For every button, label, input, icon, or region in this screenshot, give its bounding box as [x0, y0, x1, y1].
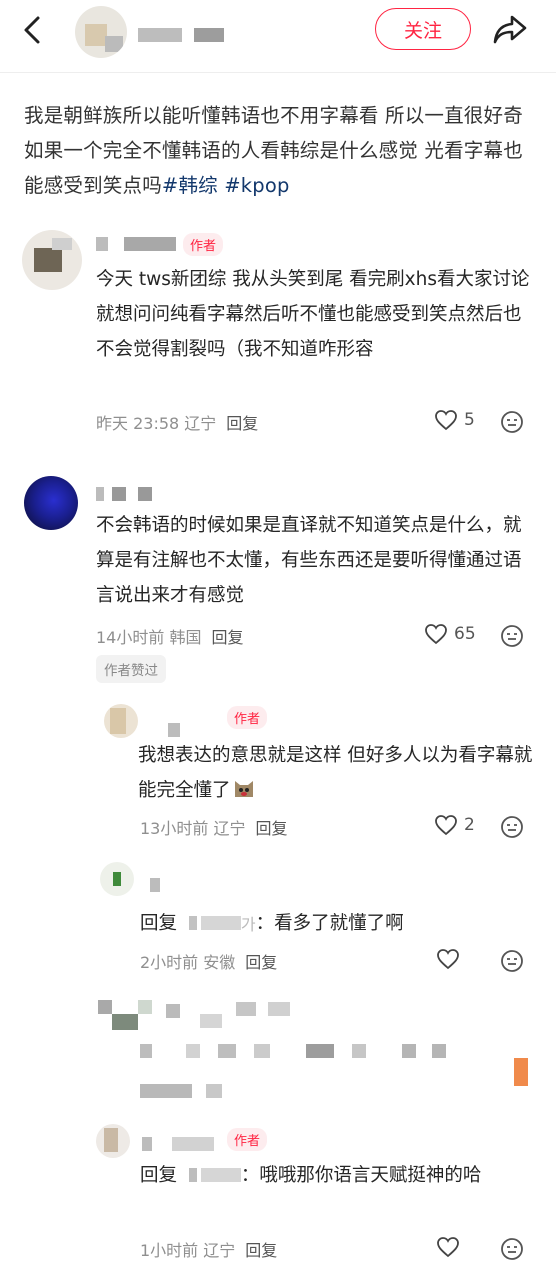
like-count: 5	[464, 410, 475, 430]
tag-korean-variety[interactable]: #韩综	[162, 174, 218, 197]
comment-time-location: 昨天 23:58 辽宁	[96, 414, 217, 433]
like-count: 65	[454, 624, 476, 644]
commenter-avatar[interactable]	[24, 476, 78, 530]
comment-text[interactable]: 回复 가 ：看多了就懂了啊	[140, 906, 536, 942]
comment-time-location: 1小时前 辽宁	[140, 1241, 236, 1260]
crying-cat-emoji	[233, 776, 255, 797]
comment-meta: 昨天 23:58 辽宁 回复	[96, 410, 258, 434]
emoji-reaction-icon[interactable]	[500, 815, 524, 843]
tag-kpop[interactable]: #kpop	[224, 174, 289, 197]
like-button[interactable]: 2	[434, 814, 475, 836]
emoji-reaction-icon[interactable]	[500, 624, 524, 652]
emoji-reaction-icon[interactable]	[500, 1237, 524, 1265]
reply-prefix: 回复	[140, 913, 178, 934]
comment-text[interactable]: 我想表达的意思就是这样 但好多人以为看字幕就能完全懂了	[138, 738, 534, 808]
reply-button[interactable]: 回复	[255, 819, 287, 838]
comment-meta: 13小时前 辽宁 回复	[140, 815, 287, 839]
post-body: 我是朝鲜族所以能听懂韩语也不用字幕看 所以一直很好奇如果一个完全不懂韩语的人看韩…	[24, 98, 534, 203]
commenter-avatar[interactable]	[96, 1124, 130, 1158]
heart-icon	[435, 410, 457, 431]
heart-icon	[435, 815, 457, 836]
back-arrow-icon[interactable]	[18, 14, 46, 46]
like-button[interactable]: 65	[424, 623, 476, 645]
commenter-avatar[interactable]	[100, 862, 134, 896]
like-count: 2	[464, 815, 475, 835]
like-button[interactable]	[436, 1236, 466, 1258]
like-button[interactable]	[436, 948, 466, 970]
like-button[interactable]: 5	[434, 409, 475, 431]
reply-prefix: 回复	[140, 1165, 178, 1186]
emoji-reaction-icon[interactable]	[500, 949, 524, 977]
share-icon[interactable]	[492, 12, 528, 46]
follow-button[interactable]: 关注	[375, 8, 471, 50]
commenter-avatar[interactable]	[22, 230, 82, 290]
comment-time-location: 14小时前 韩国	[96, 628, 202, 647]
reply-button[interactable]: 回复	[245, 953, 277, 972]
reply-target-name[interactable]: 가	[183, 907, 256, 942]
mosaic-orange-block	[514, 1058, 528, 1086]
author-avatar[interactable]	[75, 6, 127, 58]
author-badge: 作者	[227, 706, 268, 729]
comment-meta: 2小时前 安徽 回复	[140, 949, 277, 973]
reply-target-name[interactable]	[183, 1159, 241, 1194]
author-badge: 作者	[227, 1128, 268, 1151]
author-badge: 作者	[183, 233, 224, 256]
heart-icon	[425, 624, 447, 645]
reply-button[interactable]: 回复	[226, 414, 258, 433]
comment-meta: 1小时前 辽宁 回复	[140, 1237, 277, 1261]
liked-by-author-tag: 作者赞过	[96, 655, 166, 683]
reply-button[interactable]: 回复	[245, 1241, 277, 1260]
comment-time-location: 13小时前 辽宁	[140, 819, 246, 838]
comment-text[interactable]: 回复 ：哦哦那你语言天赋挺神的哈	[140, 1158, 536, 1194]
reply-button[interactable]: 回复	[211, 628, 243, 647]
top-bar: 关注	[0, 0, 556, 73]
heart-icon	[437, 1237, 459, 1258]
heart-icon	[437, 949, 459, 970]
comment-time-location: 2小时前 安徽	[140, 953, 236, 972]
commenter-avatar[interactable]	[104, 704, 138, 738]
comment-text[interactable]: 不会韩语的时候如果是直译就不知道笑点是什么，就算是有注解也不太懂，有些东西还是要…	[96, 508, 534, 613]
comment-meta: 14小时前 韩国 回复	[96, 624, 243, 648]
emoji-reaction-icon[interactable]	[500, 410, 524, 438]
comment-text[interactable]: 今天 tws新团综 我从头笑到尾 看完刷xhs看大家讨论就想问问纯看字幕然后听不…	[96, 262, 534, 367]
